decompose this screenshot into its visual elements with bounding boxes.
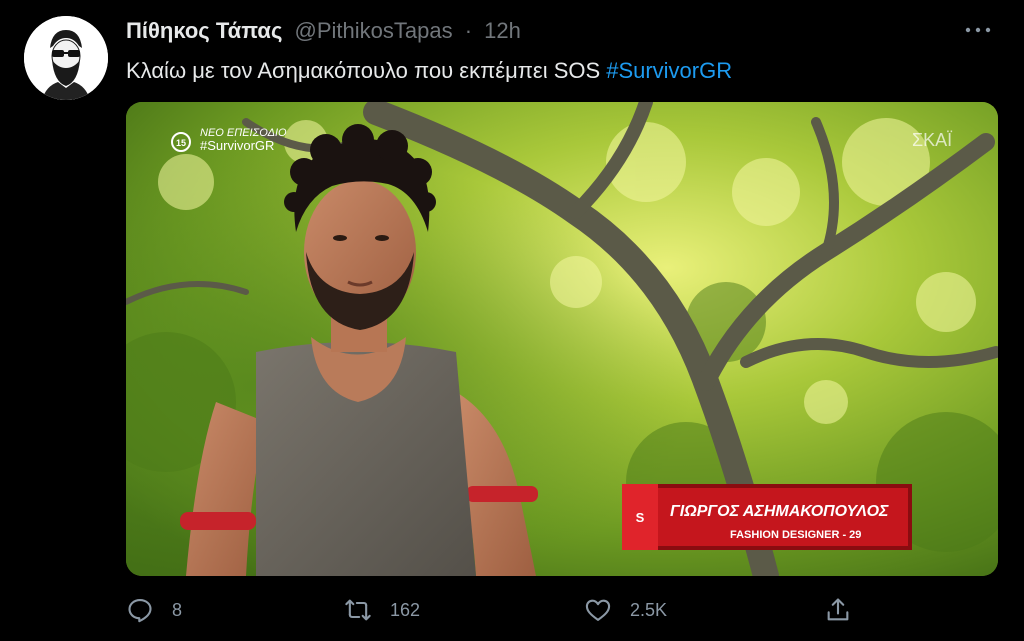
reply-button[interactable]: 8 [126,590,182,630]
avatar[interactable] [24,16,108,100]
like-count: 2.5K [630,599,668,620]
reply-count: 8 [172,599,183,620]
retweet-icon [345,599,371,621]
tweet-header: Πίθηκος Τάπας @PithikosTapas · 12h [126,18,521,44]
rating-badge: 15 [176,138,186,148]
tweet-text: Κλαίω με τον Ασημακόπουλο που εκπέμπει S… [126,58,732,84]
lower-third-name: ΓΙΩΡΓΟΣ ΑΣΗΜΑΚΟΠΟΥΛΟΣ [670,503,889,520]
heart-icon [585,599,611,621]
svg-text:S: S [636,510,645,525]
channel-logo: ΣΚΑΪ [912,130,952,150]
video-still: 15 ΝΕΟ ΕΠΕΙΣΟΔΙΟ #SurvivorGR ΣΚΑΪ S ΓΙΩΡ… [126,102,998,576]
hashtag-link[interactable]: #SurvivorGR [606,58,732,83]
more-icon[interactable] [960,20,996,40]
tweet-media[interactable]: 15 ΝΕΟ ΕΠΕΙΣΟΔΙΟ #SurvivorGR ΣΚΑΪ S ΓΙΩΡ… [126,102,998,576]
user-handle[interactable]: @PithikosTapas [295,18,453,43]
retweet-count: 162 [390,599,421,620]
timestamp[interactable]: 12h [484,18,521,43]
avatar-illustration [24,16,108,100]
tweet-body: Κλαίω με τον Ασημακόπουλο που εκπέμπει S… [126,58,601,83]
display-name[interactable]: Πίθηκος Τάπας [126,18,282,43]
share-button[interactable] [824,590,870,630]
overlay-line-2: #SurvivorGR [200,138,274,153]
tweet-actions: 8 162 2.5K [126,590,996,630]
lower-third: S ΓΙΩΡΓΟΣ ΑΣΗΜΑΚΟΠΟΥΛΟΣ FASHION DESIGNER… [622,484,912,550]
share-icon [827,598,849,621]
like-button[interactable]: 2.5K [584,590,667,630]
lower-third-subtitle: FASHION DESIGNER - 29 [730,529,861,541]
retweet-button[interactable]: 162 [344,590,420,630]
separator-dot: · [464,18,473,43]
reply-icon [128,599,152,623]
